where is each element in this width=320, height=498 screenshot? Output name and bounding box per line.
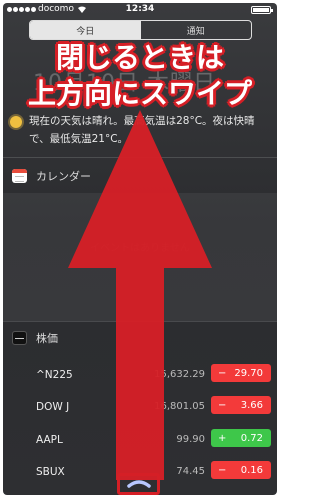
instruction-line-2: 上方向にスワイプ xyxy=(27,77,252,110)
grabber-handle-icon[interactable] xyxy=(127,478,151,488)
instruction-line-1: 閉じるときは xyxy=(55,41,224,74)
